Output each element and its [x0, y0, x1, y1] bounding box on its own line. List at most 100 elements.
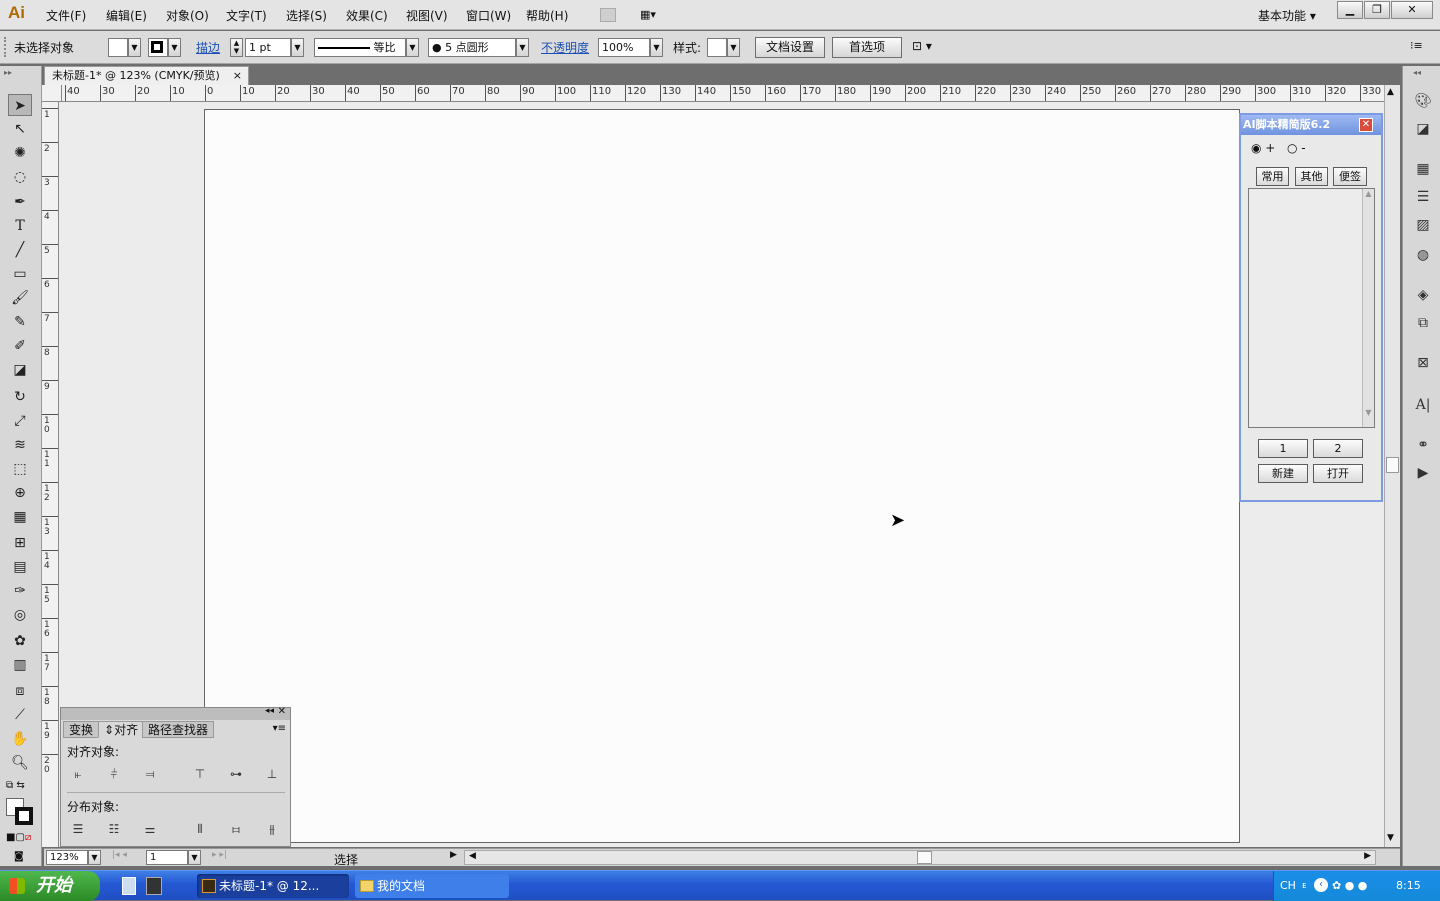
free-transform-tool-icon[interactable]: ⬚: [8, 458, 32, 480]
artboards-icon[interactable]: ⧉: [1412, 312, 1434, 334]
stroke-weight-dropdown[interactable]: ▼: [291, 38, 304, 57]
links-icon[interactable]: ⚭: [1412, 434, 1434, 456]
style-dropdown[interactable]: ▼: [727, 38, 740, 57]
hscroll-thumb[interactable]: [917, 851, 932, 864]
align-top-icon[interactable]: ⊤: [191, 765, 209, 783]
magic-wand-tool-icon[interactable]: ✺: [8, 142, 32, 164]
selection-tool-icon[interactable]: ➤: [8, 94, 32, 116]
menu-view[interactable]: 视图(V): [406, 7, 448, 24]
scroll-right-icon[interactable]: ▶: [1364, 851, 1371, 861]
tab-pathfinder[interactable]: 路径查找器: [142, 721, 215, 738]
quicklaunch-printer-icon[interactable]: [146, 877, 162, 895]
blob-brush-tool-icon[interactable]: ✐: [8, 335, 32, 357]
character-icon[interactable]: A|: [1412, 394, 1434, 416]
preferences-button[interactable]: 首选项: [832, 37, 902, 58]
minimize-button[interactable]: ▁: [1337, 1, 1363, 19]
align-right-icon[interactable]: ⫤: [141, 765, 159, 783]
menu-type[interactable]: 文字(T): [226, 7, 267, 24]
symbol-sprayer-tool-icon[interactable]: ✿: [8, 630, 32, 652]
zoom-dropdown[interactable]: ▼: [88, 850, 101, 865]
horizontal-scrollbar[interactable]: ◀ ▶: [464, 850, 1376, 865]
layers-icon[interactable]: ◈: [1412, 284, 1434, 306]
horizontal-ruler[interactable]: 40 30 20 10 0 10 20 30 40 50 60 70 80 90 100 110 120 130 1…: [62, 85, 1384, 102]
radio-minus[interactable]: ○ -: [1287, 141, 1306, 155]
distribute-top-icon[interactable]: ☰: [69, 820, 87, 838]
page-1-button[interactable]: 1: [1258, 439, 1308, 458]
stroke-profile-dropdown[interactable]: ▼: [406, 38, 419, 57]
align-panel-header[interactable]: ◂◂ ✕: [61, 706, 290, 720]
scale-tool-icon[interactable]: ⤢: [8, 410, 32, 432]
stroke-weight-input[interactable]: 1 pt: [245, 38, 291, 57]
shape-builder-tool-icon[interactable]: ⊕: [8, 482, 32, 504]
align-left-icon[interactable]: ⫦: [69, 765, 87, 783]
start-button[interactable]: 开始: [0, 871, 100, 901]
task-illustrator[interactable]: 未标题-1* @ 12...: [197, 874, 349, 898]
panel-options-icon[interactable]: ▾≡: [273, 723, 286, 734]
menu-help[interactable]: 帮助(H): [526, 7, 568, 24]
vertical-ruler[interactable]: 1 2 3 4 5 6 7 8 9 10 11 12 13 14 15 16 17 18 19 20: [42, 102, 59, 847]
line-tool-icon[interactable]: ╱: [8, 239, 32, 261]
close-panel-icon[interactable]: ✕: [1359, 118, 1373, 132]
brush-select[interactable]: ● 5 点圆形: [428, 38, 516, 57]
lasso-tool-icon[interactable]: ◌: [8, 166, 32, 188]
swap-colors-icon[interactable]: ⧉ ⇆: [6, 780, 25, 791]
task-my-documents[interactable]: 我的文档: [355, 874, 509, 898]
color-mode-icons[interactable]: ■▢⧄: [6, 832, 31, 843]
page-dropdown[interactable]: ▼: [188, 850, 201, 865]
screen-mode-icon[interactable]: ◙: [14, 851, 24, 862]
opacity-label[interactable]: 不透明度: [541, 39, 589, 56]
scroll-thumb[interactable]: [1386, 457, 1399, 473]
stroke-label[interactable]: 描边: [196, 39, 220, 56]
stroke-panel-icon[interactable]: ☰: [1412, 186, 1434, 208]
eraser-tool-icon[interactable]: ◪: [8, 359, 32, 381]
expand-panels-icon[interactable]: ◂◂: [1413, 68, 1421, 77]
style-swatch[interactable]: [707, 38, 727, 57]
menu-select[interactable]: 选择(S): [286, 7, 327, 24]
actions-icon[interactable]: ▶: [1412, 462, 1434, 484]
transparency-icon[interactable]: ◍: [1412, 244, 1434, 266]
distribute-right-icon[interactable]: ⫵: [263, 820, 281, 838]
close-tab-icon[interactable]: ×: [233, 67, 242, 84]
opacity-dropdown[interactable]: ▼: [650, 38, 663, 57]
collapse-panel-icon[interactable]: ◂◂: [265, 706, 274, 716]
stroke-swatch[interactable]: [148, 38, 168, 57]
document-tab[interactable]: 未标题-1* @ 123% (CMYK/预览) ×: [44, 66, 249, 85]
opacity-input[interactable]: 100%: [598, 38, 650, 57]
collapse-icon[interactable]: ▸▸: [4, 68, 12, 77]
rectangle-tool-icon[interactable]: ▭: [8, 263, 32, 285]
distribute-horizontal-center-icon[interactable]: ⧦: [227, 820, 245, 838]
tray-expand-icon[interactable]: ‹: [1314, 878, 1328, 892]
eyedropper-tool-icon[interactable]: ✑: [8, 580, 32, 602]
vertical-scrollbar[interactable]: ▲ ▼: [1384, 85, 1400, 847]
page-input[interactable]: 1: [146, 850, 188, 865]
document-setup-button[interactable]: 文档设置: [755, 37, 825, 58]
perspective-grid-tool-icon[interactable]: ▦: [8, 506, 32, 528]
graph-tool-icon[interactable]: ▥: [8, 654, 32, 676]
script-list-scrollbar[interactable]: ▲ ▼: [1362, 189, 1374, 427]
isolate-icon[interactable]: ⊡ ▾: [912, 39, 932, 53]
stroke-weight-stepper[interactable]: ▲ ▼: [230, 38, 243, 57]
restore-button[interactable]: ❐: [1364, 1, 1390, 19]
mesh-tool-icon[interactable]: ⊞: [8, 532, 32, 554]
gradient-panel-icon[interactable]: ▨: [1412, 214, 1434, 236]
align-horizontal-center-icon[interactable]: ⫩: [105, 765, 123, 783]
menu-effect[interactable]: 效果(C): [346, 7, 388, 24]
artboard-tool-icon[interactable]: ⧈: [8, 680, 32, 702]
distribute-bottom-icon[interactable]: ⚌: [141, 820, 159, 838]
ime-icon[interactable]: ᴇ: [1302, 871, 1306, 901]
scroll-left-icon[interactable]: ◀: [469, 851, 476, 861]
rotate-tool-icon[interactable]: ↻: [8, 386, 32, 408]
stroke-color-box[interactable]: [15, 807, 33, 825]
close-align-panel-icon[interactable]: ✕: [278, 706, 286, 717]
menu-edit[interactable]: 编辑(E): [106, 7, 147, 24]
paintbrush-tool-icon[interactable]: 🖌: [8, 287, 32, 309]
zoom-tool-icon[interactable]: 🔍︎: [8, 752, 32, 774]
scroll-up-icon[interactable]: ▲: [1387, 87, 1394, 97]
tab-other[interactable]: 其他: [1295, 167, 1328, 186]
distribute-vertical-center-icon[interactable]: ☷: [105, 820, 123, 838]
distribute-left-icon[interactable]: ⫴: [191, 820, 209, 838]
script-list[interactable]: ▲ ▼: [1248, 188, 1375, 428]
menu-file[interactable]: 文件(F): [46, 7, 86, 24]
status-menu-icon[interactable]: ▶: [450, 850, 457, 860]
language-indicator[interactable]: CH: [1280, 871, 1296, 901]
